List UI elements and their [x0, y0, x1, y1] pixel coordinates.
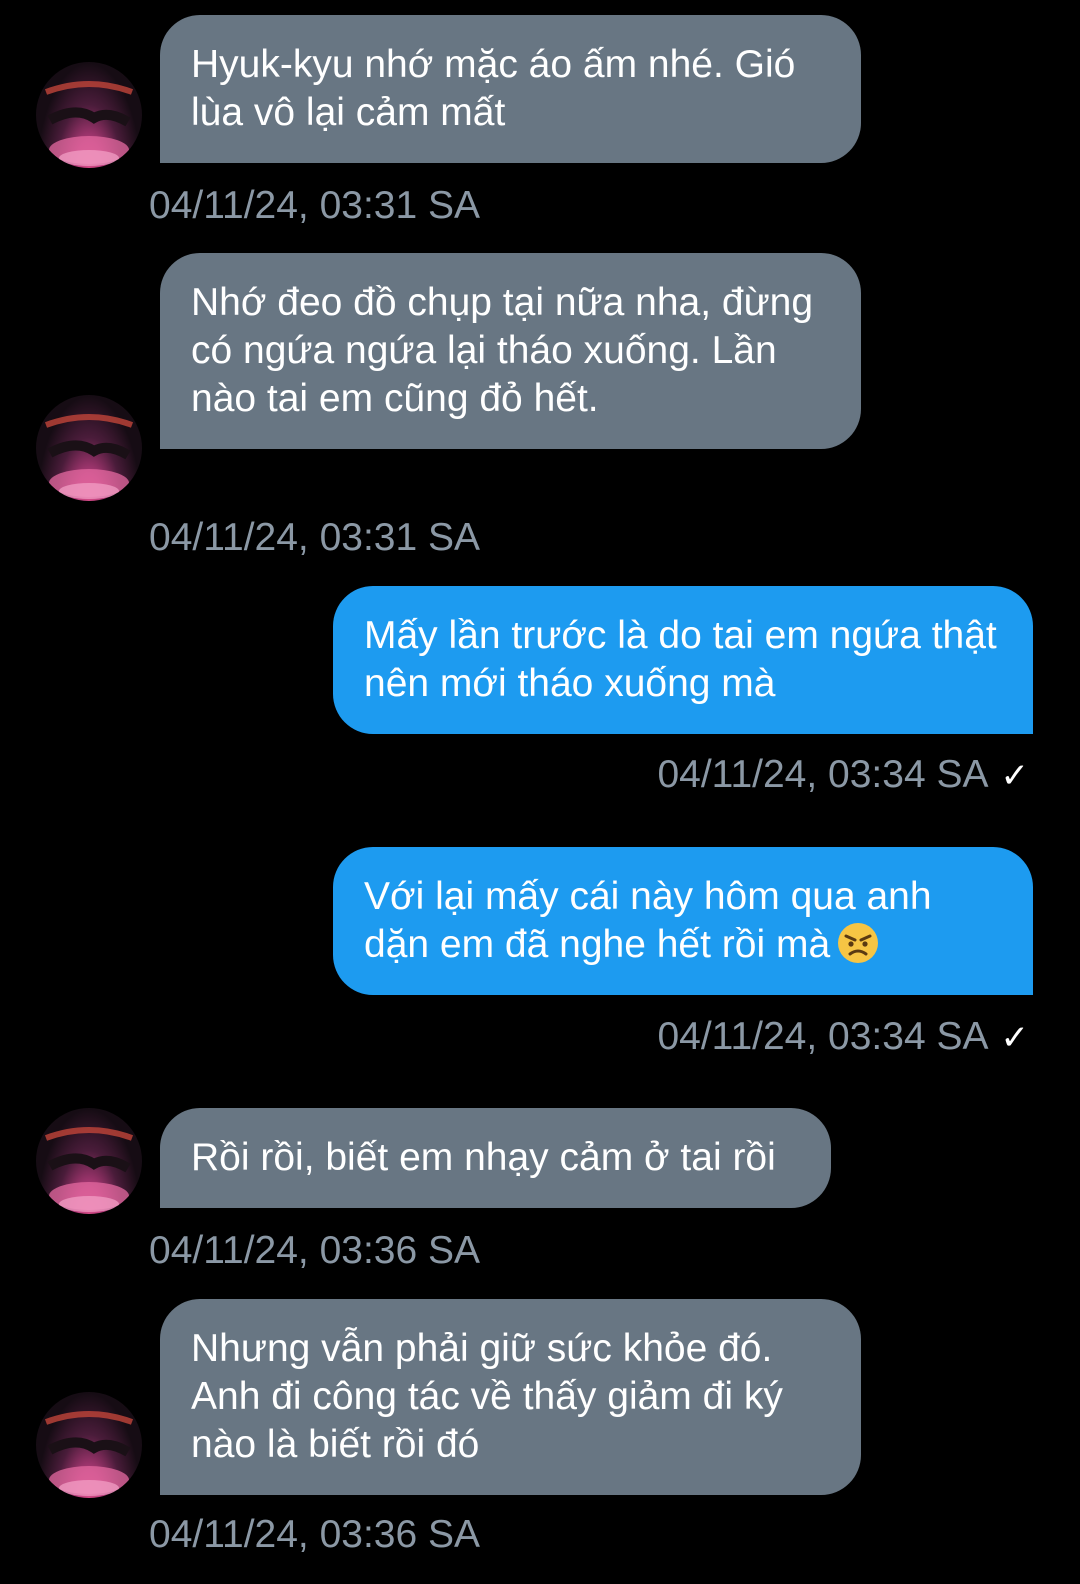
- message-timestamp: 04/11/24, 03:36 SA: [149, 1513, 481, 1556]
- contact-avatar[interactable]: [36, 395, 142, 501]
- message-timestamp: 04/11/24, 03:36 SA: [149, 1229, 481, 1272]
- message-bubble-received[interactable]: Nhớ đeo đồ chụp tại nữa nha, đừng có ngứ…: [160, 253, 861, 449]
- contact-avatar[interactable]: [36, 62, 142, 168]
- avatar-image: [44, 1127, 134, 1212]
- message-timestamp: 04/11/24, 03:34 SA: [657, 753, 989, 796]
- message-bubble-received[interactable]: Nhưng vẫn phải giữ sức khỏe đó. Anh đi c…: [160, 1299, 861, 1495]
- message-text: Hyuk-kyu nhớ mặc áo ấm nhé. Gió lùa vô l…: [191, 43, 796, 134]
- check-icon: ✓: [1000, 756, 1030, 796]
- message-timestamp: 04/11/24, 03:34 SA: [657, 1015, 989, 1058]
- message-text: Nhớ đeo đồ chụp tại nữa nha, đừng có ngứ…: [191, 281, 814, 420]
- contact-avatar[interactable]: [36, 1108, 142, 1214]
- message-timestamp: 04/11/24, 03:31 SA: [149, 184, 481, 227]
- message-bubble-sent[interactable]: Mấy lần trước là do tai em ngứa thật nên…: [333, 586, 1033, 734]
- message-text: Nhưng vẫn phải giữ sức khỏe đó. Anh đi c…: [191, 1327, 783, 1466]
- avatar-image: [44, 414, 134, 499]
- message-timestamp: 04/11/24, 03:31 SA: [149, 516, 481, 559]
- check-icon: ✓: [1000, 1018, 1030, 1058]
- message-bubble-sent[interactable]: Với lại mấy cái này hôm qua anh dặn em đ…: [333, 847, 1033, 995]
- angry-face-icon: [836, 921, 880, 965]
- message-timestamp-row: 04/11/24, 03:34 SA ✓: [657, 1014, 1029, 1061]
- message-text: Rồi rồi, biết em nhạy cảm ở tai rồi: [191, 1136, 776, 1179]
- message-bubble-received[interactable]: Hyuk-kyu nhớ mặc áo ấm nhé. Gió lùa vô l…: [160, 15, 861, 163]
- message-bubble-received[interactable]: Rồi rồi, biết em nhạy cảm ở tai rồi: [160, 1108, 831, 1208]
- avatar-image: [44, 1411, 134, 1496]
- message-text: Mấy lần trước là do tai em ngứa thật nên…: [364, 614, 997, 705]
- message-timestamp-row: 04/11/24, 03:34 SA ✓: [657, 752, 1029, 799]
- contact-avatar[interactable]: [36, 1392, 142, 1498]
- avatar-image: [44, 81, 134, 166]
